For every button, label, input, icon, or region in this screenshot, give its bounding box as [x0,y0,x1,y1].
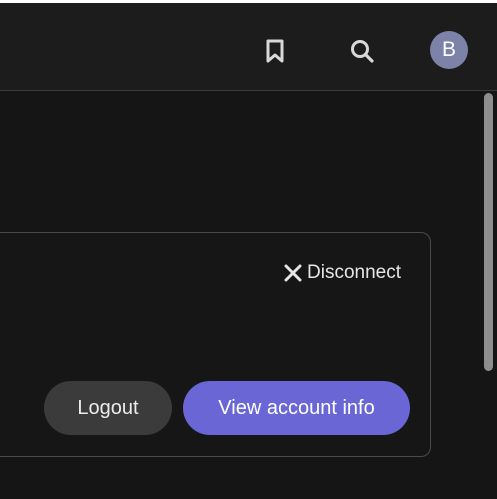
disconnect-label: Disconnect [307,262,401,283]
search-icon [351,40,374,63]
user-avatar[interactable]: B [430,31,468,69]
bookmarks-button[interactable] [255,31,295,71]
view-account-info-button[interactable]: View account info [183,381,410,435]
bookmark-icon [266,39,284,63]
view-account-info-label: View account info [218,396,375,419]
logout-label: Logout [77,396,139,419]
close-icon [284,264,302,282]
top-navigation-bar: B [0,0,497,91]
scrollbar-thumb[interactable] [484,93,493,371]
disconnect-button[interactable]: Disconnect [284,260,401,286]
app-window: B Disconnect Logout View account info [0,0,497,499]
logout-button[interactable]: Logout [44,381,172,435]
search-button[interactable] [342,31,382,71]
